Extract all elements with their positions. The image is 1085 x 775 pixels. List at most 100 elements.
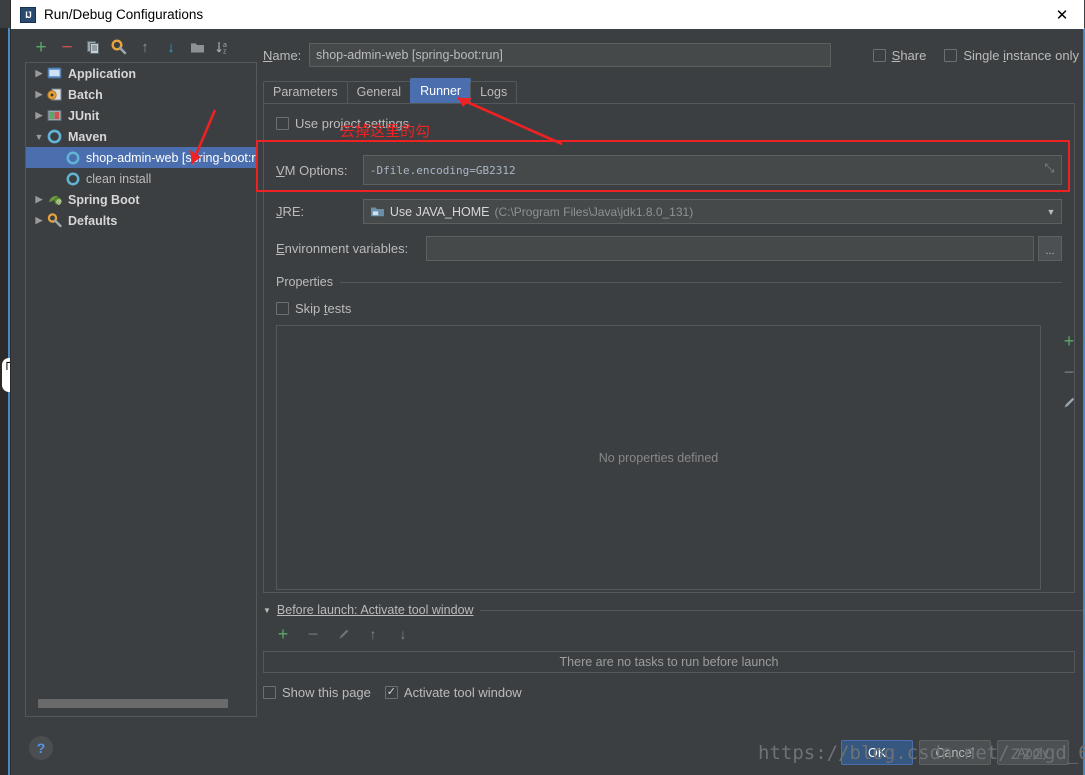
- cancel-button[interactable]: Cancel: [919, 740, 991, 765]
- show-this-page-label: Show this page: [282, 685, 371, 700]
- chevron-down-icon[interactable]: ▼: [1041, 200, 1061, 223]
- configurations-tree[interactable]: ▶ Application ▶ Batch ▶ JUnit ▼ Maven sh…: [25, 62, 257, 717]
- sort-configurations-button[interactable]: a z: [211, 36, 235, 58]
- tree-group-defaults[interactable]: ▶ Defaults: [26, 210, 256, 231]
- name-input-value: shop-admin-web [spring-boot:run]: [316, 48, 503, 62]
- jre-row: JRE: Use JAVA_HOME (C:\Program Files\Jav…: [276, 199, 1062, 224]
- tree-group-junit[interactable]: ▶ JUnit: [26, 105, 256, 126]
- move-task-up-button[interactable]: ↑: [361, 623, 385, 645]
- share-label: Share: [891, 47, 927, 63]
- skip-tests-label: Skip tests: [295, 301, 352, 316]
- move-task-down-button[interactable]: ↓: [391, 623, 415, 645]
- use-project-settings-label: Use project settings: [295, 116, 410, 131]
- configurations-left-pane: + − ↑ ↓ a z ▶ Application ▶ Batch ▶ JUni…: [15, 34, 257, 724]
- runner-tab-panel: Use project settings VM Options: -Dfile.…: [263, 103, 1075, 593]
- tree-group-application[interactable]: ▶ Application: [26, 63, 256, 84]
- add-configuration-button[interactable]: +: [29, 36, 53, 58]
- tree-label: Defaults: [68, 213, 118, 228]
- screen: P L ⊓ , ❦ IJ Run/Debug Configurations ✕ …: [0, 0, 1085, 775]
- copy-configuration-button[interactable]: [81, 36, 105, 58]
- single-instance-checkbox-box[interactable]: [944, 48, 958, 62]
- chevron-right-icon[interactable]: ▶: [32, 68, 46, 79]
- close-icon[interactable]: ✕: [1040, 0, 1084, 29]
- before-launch-options: Show this page Activate tool window: [263, 685, 1083, 700]
- expand-editor-icon[interactable]: ⤢: [1045, 161, 1055, 175]
- name-label: Name:: [263, 47, 302, 63]
- properties-section-header: Properties: [276, 275, 1062, 289]
- show-this-page-checkbox[interactable]: Show this page: [263, 685, 371, 700]
- share-checkbox-box[interactable]: [872, 48, 886, 62]
- share-checkbox[interactable]: Share: [872, 47, 927, 63]
- edit-property-button[interactable]: [1058, 393, 1080, 413]
- before-launch-task-list[interactable]: There are no tasks to run before launch: [263, 651, 1075, 673]
- activate-tool-window-checkbox-box[interactable]: [384, 686, 398, 699]
- name-row: Name: shop-admin-web [spring-boot:run] S…: [263, 42, 1083, 68]
- tree-item-shop-admin-web[interactable]: shop-admin-web [spring-boot:run]: [26, 147, 256, 168]
- section-divider: [479, 609, 1083, 611]
- before-launch-header[interactable]: ▼ Before launch: Activate tool window: [263, 603, 1083, 617]
- edit-templates-button[interactable]: [107, 36, 131, 58]
- name-input[interactable]: shop-admin-web [spring-boot:run]: [309, 43, 831, 67]
- jre-combobox[interactable]: Use JAVA_HOME (C:\Program Files\Java\jdk…: [362, 199, 1062, 224]
- add-property-button[interactable]: +: [1058, 331, 1080, 351]
- vm-options-row: VM Options: -Dfile.encoding=GB2312 ⤢: [276, 155, 1062, 185]
- section-divider: [339, 281, 1062, 283]
- chevron-down-icon[interactable]: ▼: [32, 132, 46, 142]
- skip-tests-checkbox[interactable]: Skip tests: [276, 301, 1062, 316]
- new-folder-button[interactable]: [185, 36, 209, 58]
- move-down-button[interactable]: ↓: [159, 36, 183, 58]
- properties-list[interactable]: No properties defined: [276, 325, 1041, 590]
- single-instance-checkbox[interactable]: Single instance only: [944, 48, 1079, 63]
- remove-property-button[interactable]: −: [1058, 362, 1080, 382]
- dialog-footer-buttons: OK Cancel Apply: [841, 740, 1069, 765]
- intellij-idea-icon: IJ: [20, 6, 36, 23]
- scrollbar-thumb[interactable]: [38, 699, 228, 708]
- chevron-right-icon[interactable]: ▶: [32, 215, 46, 226]
- maven-icon: [46, 129, 63, 145]
- add-task-button[interactable]: +: [271, 623, 295, 645]
- dialog-titlebar: IJ Run/Debug Configurations ✕: [11, 0, 1084, 29]
- chevron-right-icon[interactable]: ▶: [32, 89, 46, 100]
- tab-general[interactable]: General: [346, 81, 412, 103]
- tree-item-clean-install[interactable]: clean install: [26, 168, 256, 189]
- chevron-down-icon[interactable]: ▼: [263, 606, 271, 615]
- apply-button[interactable]: Apply: [997, 740, 1069, 765]
- show-this-page-checkbox-box[interactable]: [263, 686, 276, 699]
- maven-goal-icon: [64, 171, 81, 187]
- use-project-settings-checkbox[interactable]: Use project settings: [276, 116, 1062, 131]
- environment-variables-row: Environment variables: ...: [276, 236, 1062, 261]
- application-icon: [46, 66, 63, 82]
- remove-configuration-button[interactable]: −: [55, 36, 79, 58]
- vm-options-input[interactable]: -Dfile.encoding=GB2312 ⤢: [362, 155, 1062, 185]
- tree-group-maven[interactable]: ▼ Maven: [26, 126, 256, 147]
- tree-horizontal-scrollbar[interactable]: [38, 699, 246, 708]
- use-project-settings-checkbox-box[interactable]: [276, 117, 289, 130]
- remove-task-button[interactable]: −: [301, 623, 325, 645]
- configuration-editor-pane: Name: shop-admin-web [spring-boot:run] S…: [263, 34, 1083, 734]
- before-launch-label: Before launch: Activate tool window: [276, 603, 474, 617]
- tree-group-spring-boot[interactable]: ▶ @ Spring Boot: [26, 189, 256, 210]
- skip-tests-checkbox-box[interactable]: [276, 302, 289, 315]
- activate-tool-window-label: Activate tool window: [403, 685, 522, 700]
- environment-variables-input[interactable]: [425, 236, 1035, 261]
- tab-parameters[interactable]: Parameters: [263, 81, 348, 103]
- move-up-button[interactable]: ↑: [133, 36, 157, 58]
- tree-group-batch[interactable]: ▶ Batch: [26, 84, 256, 105]
- before-launch-empty-text: There are no tasks to run before launch: [559, 655, 779, 669]
- no-properties-text: No properties defined: [598, 450, 719, 465]
- activate-tool-window-checkbox[interactable]: Activate tool window: [384, 685, 522, 700]
- before-launch-toolbar: + − ↑ ↓: [263, 623, 1083, 645]
- tab-logs[interactable]: Logs: [470, 81, 518, 103]
- tree-label: clean install: [86, 171, 152, 186]
- svg-text:z: z: [223, 48, 227, 55]
- tree-label: Spring Boot: [68, 192, 140, 207]
- tab-runner[interactable]: Runner: [410, 78, 472, 103]
- svg-text:@: @: [56, 199, 62, 205]
- spring-boot-icon: @: [46, 192, 63, 208]
- ok-button[interactable]: OK: [841, 740, 913, 765]
- chevron-right-icon[interactable]: ▶: [32, 110, 46, 121]
- edit-task-button[interactable]: [331, 623, 355, 645]
- environment-variables-browse-button[interactable]: ...: [1038, 236, 1062, 261]
- chevron-right-icon[interactable]: ▶: [32, 194, 46, 205]
- help-button[interactable]: ?: [29, 736, 53, 760]
